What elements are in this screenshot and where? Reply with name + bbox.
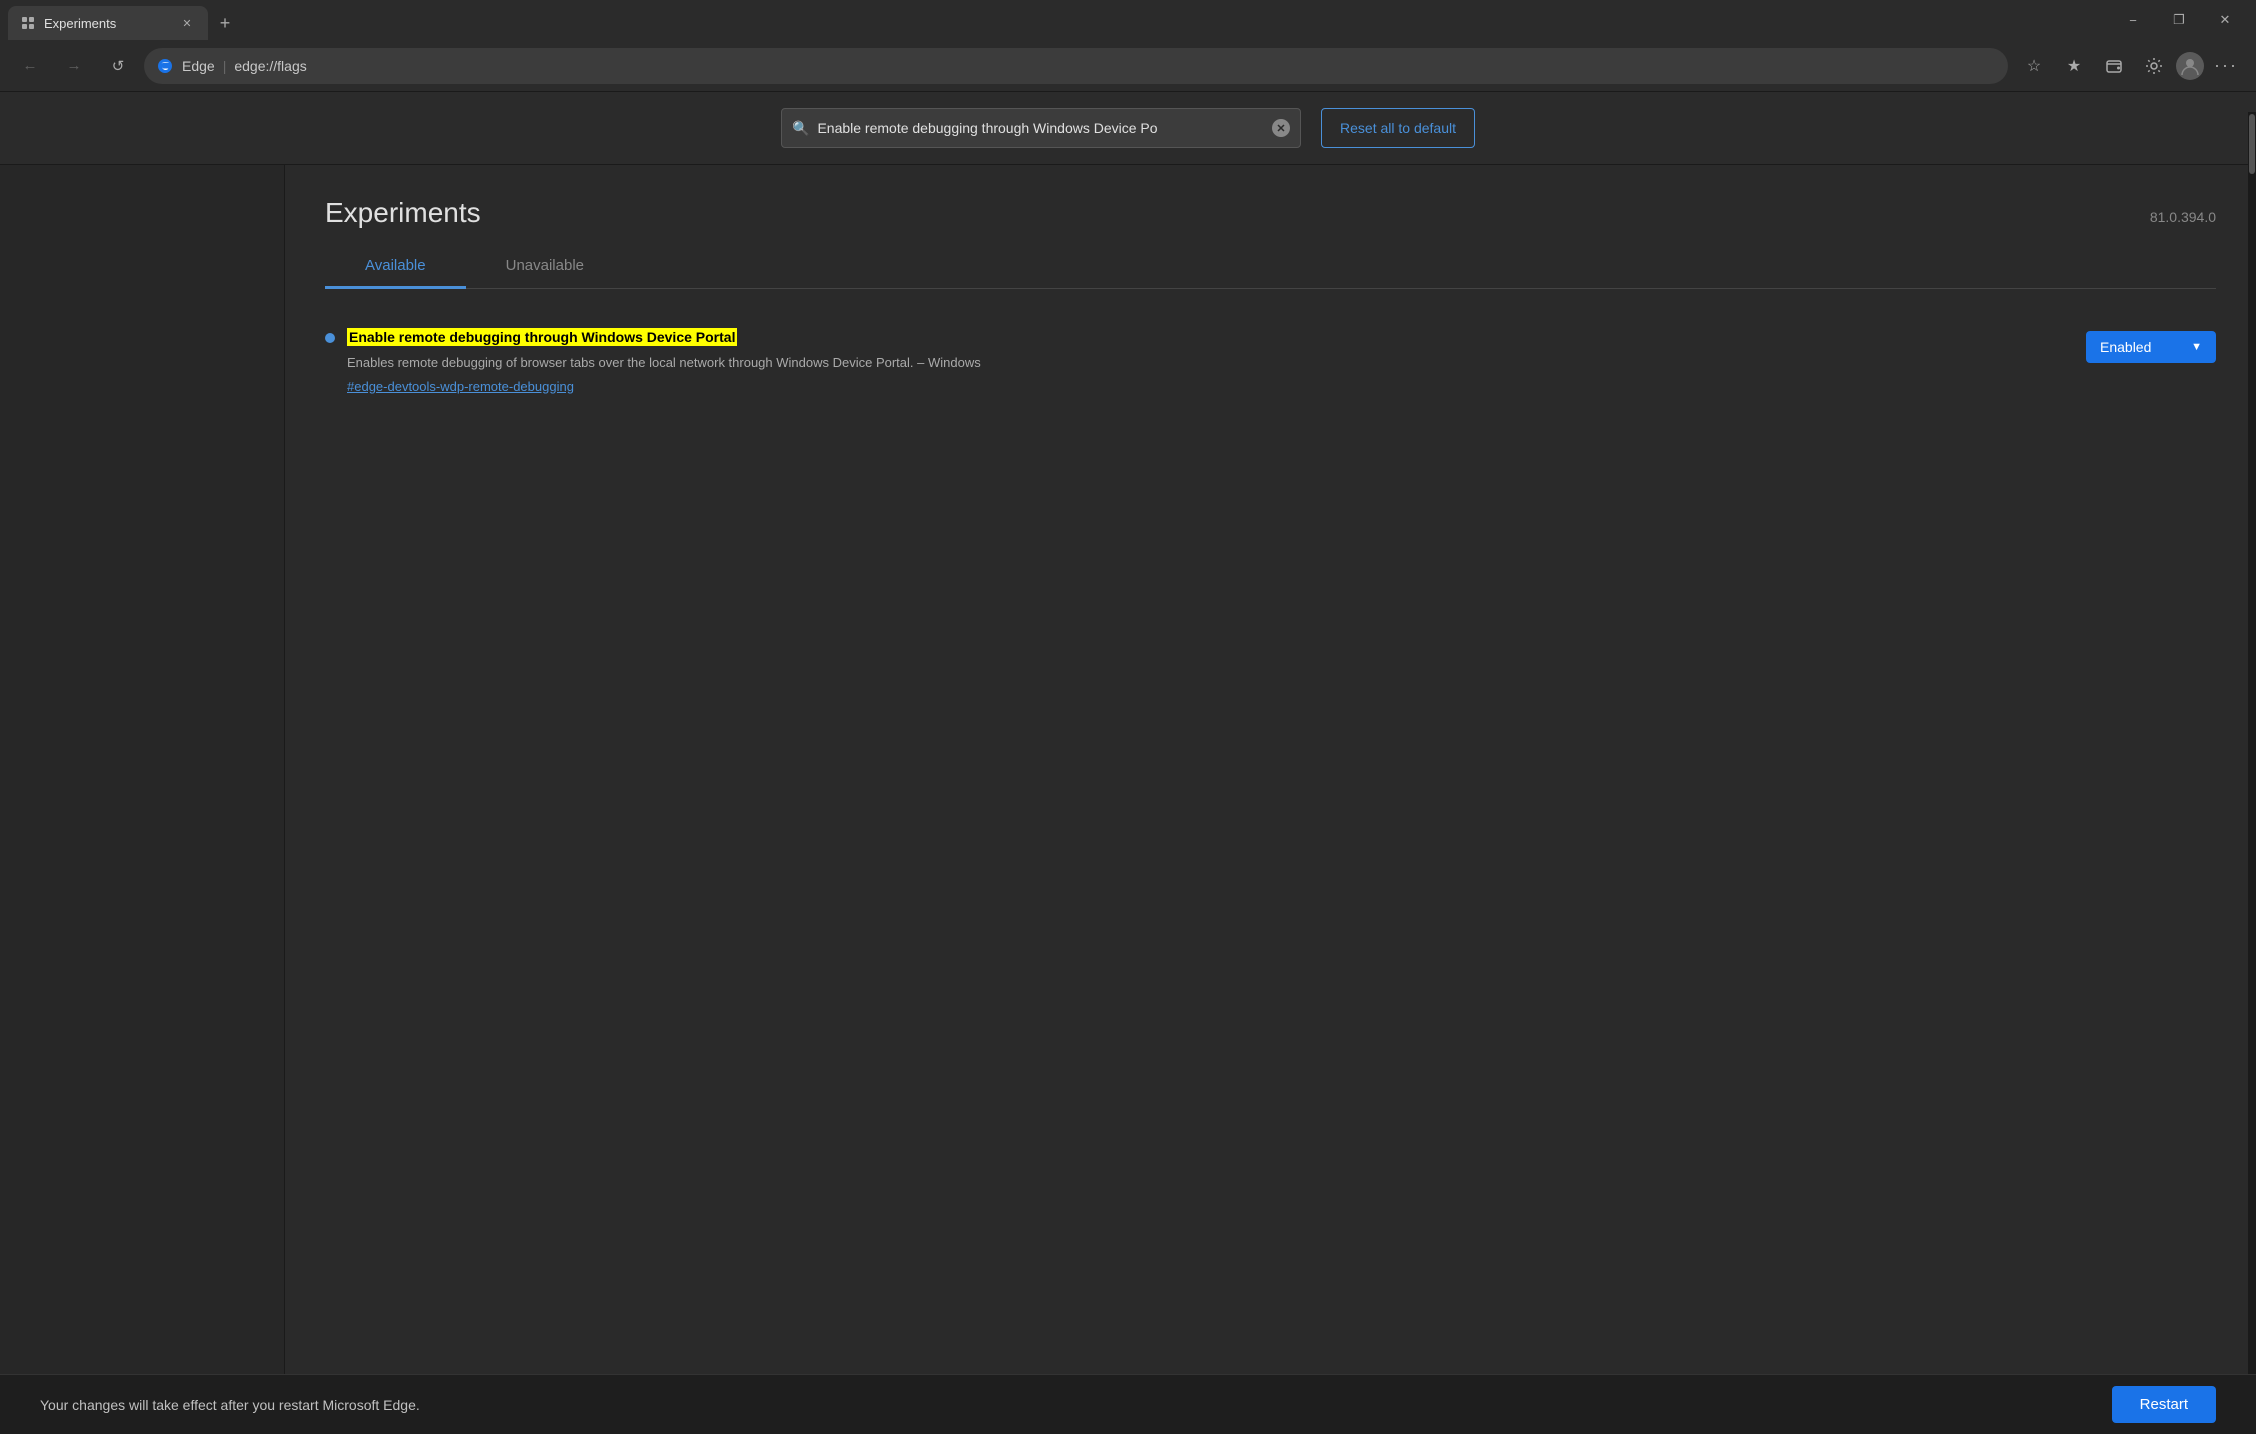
tabs-row: Available Unavailable [325, 245, 2216, 289]
search-icon: 🔍 [792, 120, 809, 137]
active-tab[interactable]: Experiments ✕ [8, 6, 208, 40]
edge-logo-icon [156, 57, 174, 75]
page-title: Experiments [325, 197, 481, 229]
restore-button[interactable]: ❐ [2156, 0, 2202, 40]
scrollbar-thumb[interactable] [2249, 114, 2255, 174]
main-layout: Experiments 81.0.394.0 Available Unavail… [0, 165, 2256, 1375]
restart-button[interactable]: Restart [2112, 1386, 2216, 1423]
flag-status-label: Enabled [2100, 339, 2151, 355]
tab-title-text: Experiments [44, 16, 170, 31]
back-button[interactable]: ← [12, 48, 48, 84]
browser-tools-button[interactable] [2136, 48, 2172, 84]
minimize-button[interactable]: − [2110, 0, 2156, 40]
scrollbar-track[interactable] [2248, 112, 2256, 1374]
navigation-bar: ← → ↺ Edge | edge://flags ☆ ★ [0, 40, 2256, 92]
flag-content: Enable remote debugging through Windows … [347, 329, 2074, 394]
close-window-button[interactable]: ✕ [2202, 0, 2248, 40]
content-area: Experiments 81.0.394.0 Available Unavail… [285, 165, 2256, 1375]
search-clear-button[interactable]: ✕ [1272, 119, 1290, 137]
profile-avatar[interactable] [2176, 52, 2204, 80]
search-bar-area: 🔍 Enable remote debugging through Window… [0, 92, 2256, 165]
tab-available[interactable]: Available [325, 245, 466, 289]
forward-button[interactable]: → [56, 48, 92, 84]
flag-item: Enable remote debugging through Windows … [325, 313, 2216, 410]
address-text: edge://flags [234, 58, 1996, 74]
bottom-bar: Your changes will take effect after you … [0, 1374, 2256, 1434]
dropdown-arrow-icon: ▼ [2191, 341, 2202, 353]
tab-close-button[interactable]: ✕ [178, 14, 196, 32]
address-separator: | [223, 58, 227, 74]
tab-area: Experiments ✕ + [8, 0, 2110, 40]
flag-title: Enable remote debugging through Windows … [347, 329, 2074, 347]
search-input[interactable]: Enable remote debugging through Windows … [817, 120, 1264, 136]
sidebar [0, 165, 285, 1375]
window-controls: − ❐ ✕ [2110, 0, 2248, 40]
address-bar[interactable]: Edge | edge://flags [144, 48, 2008, 84]
wallet-button[interactable] [2096, 48, 2132, 84]
menu-button[interactable]: ··· [2208, 48, 2244, 84]
flag-enabled-dropdown[interactable]: Enabled ▼ [2086, 331, 2216, 363]
search-box[interactable]: 🔍 Enable remote debugging through Window… [781, 108, 1301, 148]
restart-notice: Your changes will take effect after you … [40, 1397, 420, 1413]
refresh-button[interactable]: ↺ [100, 48, 136, 84]
version-text: 81.0.394.0 [2150, 209, 2216, 225]
reset-all-button[interactable]: Reset all to default [1321, 108, 1475, 148]
flag-title-text: Enable remote debugging through Windows … [347, 328, 737, 346]
tab-unavailable[interactable]: Unavailable [466, 245, 624, 289]
flag-link[interactable]: #edge-devtools-wdp-remote-debugging [347, 379, 2074, 394]
flag-description: Enables remote debugging of browser tabs… [347, 353, 2074, 373]
tab-favicon [20, 15, 36, 31]
flag-indicator-dot [325, 333, 335, 343]
flag-control[interactable]: Enabled ▼ [2086, 331, 2216, 363]
favorites-button[interactable]: ☆ [2016, 48, 2052, 84]
title-bar: Experiments ✕ + − ❐ ✕ [0, 0, 2256, 40]
browser-name-label: Edge [182, 58, 215, 74]
page-header: Experiments 81.0.394.0 [325, 165, 2216, 245]
collections-button[interactable]: ★ [2056, 48, 2092, 84]
toolbar-icons: ☆ ★ ··· [2016, 48, 2244, 84]
new-tab-button[interactable]: + [208, 6, 242, 40]
